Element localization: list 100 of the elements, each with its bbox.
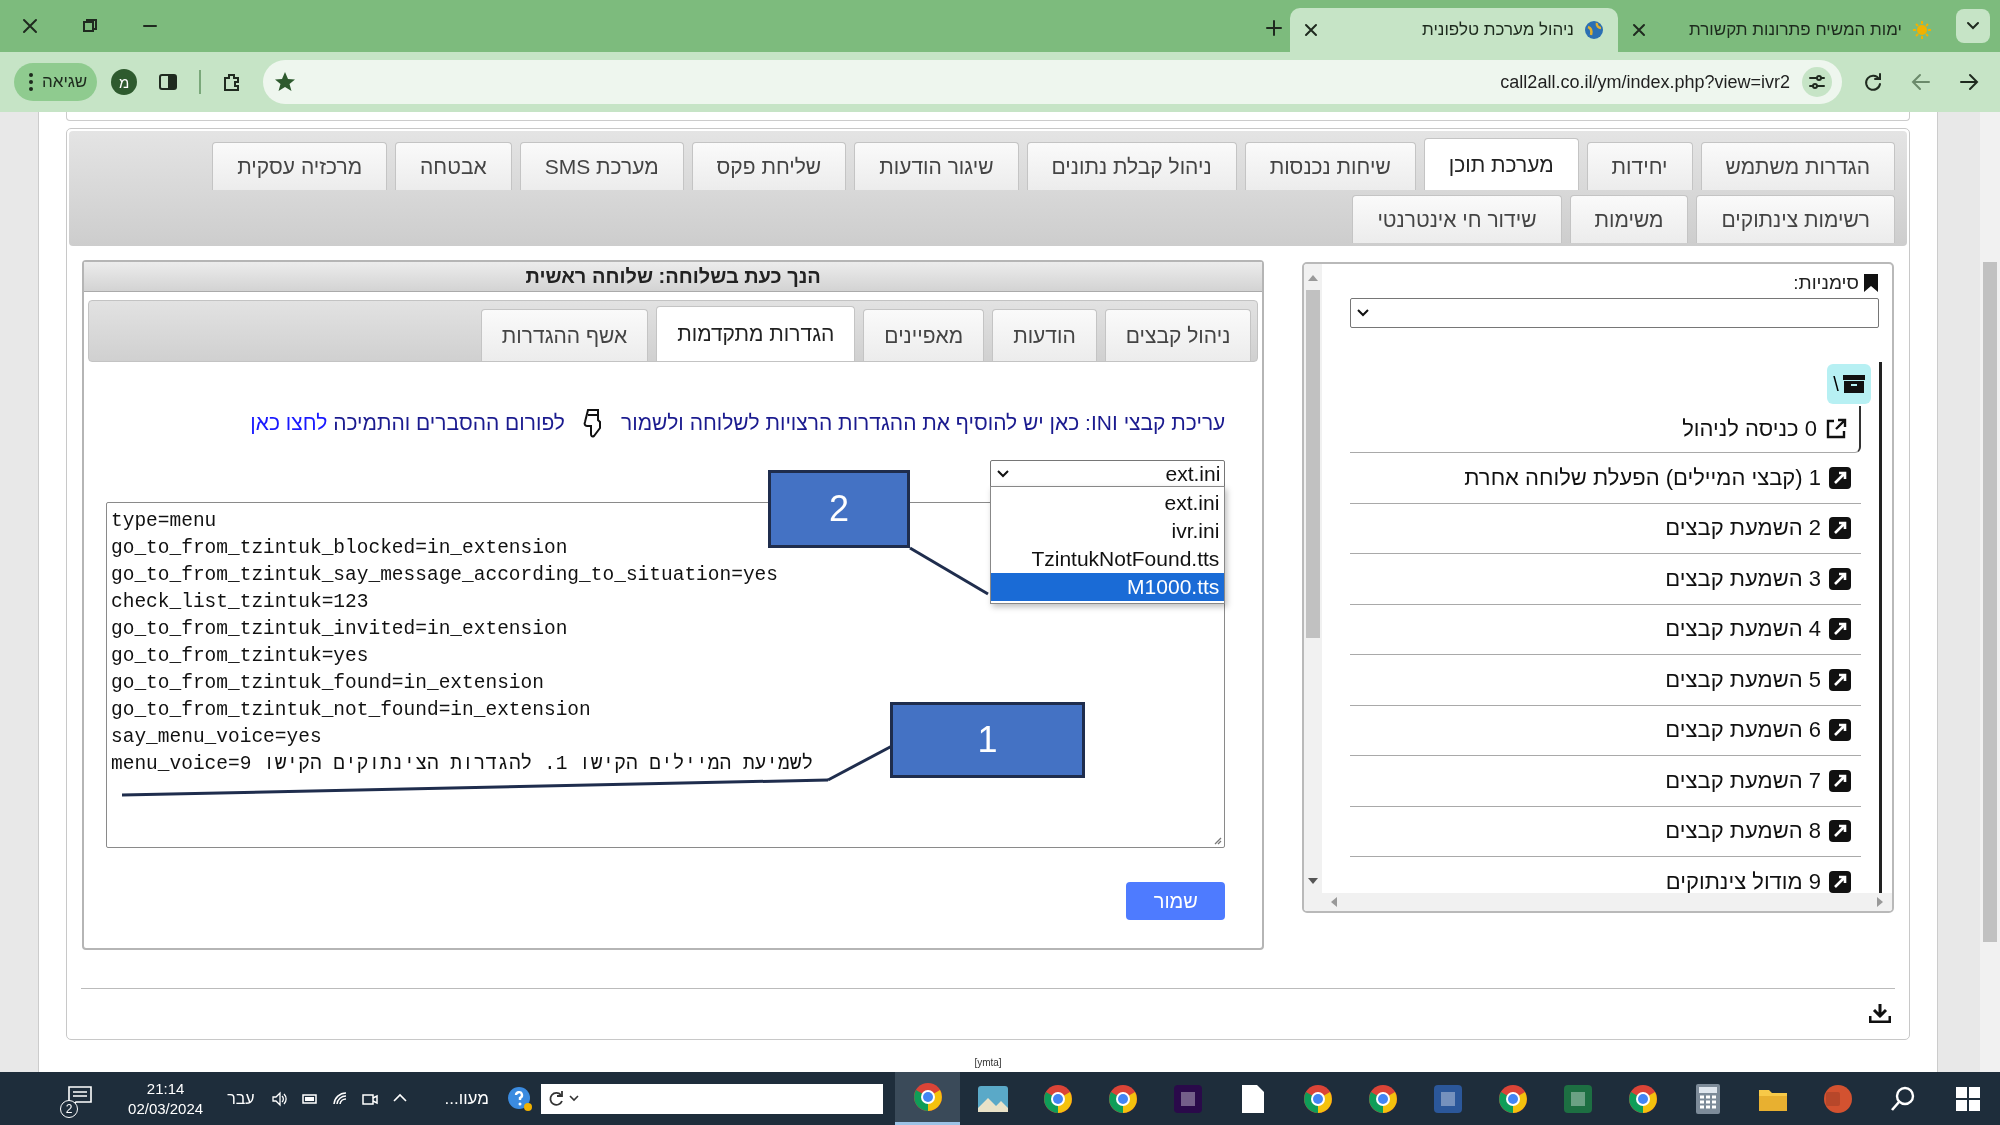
menu-tab[interactable]: אבטחה (395, 142, 512, 190)
tree-item[interactable]: 0 כניסה לניהול (1350, 406, 1861, 453)
app-tile-icon[interactable] (1562, 1083, 1593, 1114)
panel-tab[interactable]: מאפיינים (863, 309, 985, 361)
sidebar-icon[interactable] (157, 71, 180, 93)
round-logo-icon[interactable] (1302, 1083, 1333, 1114)
round-logo-icon[interactable] (1497, 1083, 1528, 1114)
menu-tab[interactable]: הגדרות משתמש (1700, 142, 1895, 190)
language-indicator[interactable]: עבר (227, 1089, 255, 1108)
taskbar-search-field[interactable] (541, 1083, 883, 1114)
tree-item[interactable]: 8 השמעת קבצים (1350, 806, 1861, 857)
round-logo-icon[interactable] (1107, 1083, 1138, 1114)
code-line: check_list_tzintuk=123 (111, 590, 369, 615)
round-logo-icon[interactable] (912, 1082, 943, 1112)
shortcut-icon (1829, 769, 1851, 792)
forum-text: לפורום ההסברים והתמיכה לחצו כאן (250, 411, 565, 435)
callout-label: 2 (768, 470, 910, 548)
close-icon[interactable] (1304, 23, 1318, 37)
forward-icon[interactable] (1910, 71, 1932, 93)
browser-tab[interactable]: ימות המשיח פתרונות תקשורת (1618, 8, 1946, 52)
browser-tab[interactable]: ניהול מערכת טלפונית (1290, 8, 1618, 52)
error-button[interactable]: שגיאה (14, 63, 98, 101)
code-line: go_to_from_tzintuk_say_message_according_to_situation=yes (111, 563, 778, 588)
weather-text[interactable]: מעוו... (444, 1088, 489, 1109)
windows-icon[interactable] (1955, 1086, 1980, 1111)
round-logo-icon[interactable] (1627, 1083, 1658, 1114)
menu-tab[interactable]: שידור חי אינטרנטי (1352, 195, 1562, 243)
chevron-down-icon (1966, 21, 1980, 31)
calculator-icon[interactable] (1695, 1083, 1720, 1114)
clock-date[interactable]: 02/03/2024 (128, 1098, 204, 1119)
code-line: go_to_from_tzintuk_not_found=in_extension (111, 698, 591, 723)
search-icon[interactable] (1889, 1085, 1916, 1112)
app-tile-icon[interactable] (1432, 1083, 1463, 1114)
app-tile-icon[interactable] (1172, 1083, 1203, 1114)
restore-icon[interactable] (82, 18, 98, 34)
forum-link[interactable]: לחצו כאן (250, 411, 328, 434)
new-tab-icon[interactable] (1266, 20, 1282, 36)
dropdown-option[interactable]: M1000.tts (991, 573, 1225, 601)
menu-tab[interactable]: שליחת פקס (691, 142, 847, 190)
round-logo-icon[interactable] (1367, 1083, 1398, 1114)
tree-item[interactable]: 1 (קבצי המיילים) הפעלת שלוחה אחרת (1350, 453, 1861, 504)
bookmarks-select[interactable] (1350, 298, 1879, 328)
tree-item[interactable]: 5 השמעת קבצים (1350, 655, 1861, 706)
refresh-icon[interactable] (547, 1089, 565, 1108)
menu-tab[interactable]: שיגור הודעות (854, 142, 1019, 190)
clock-time[interactable]: 21:14 (146, 1078, 185, 1099)
photo-app-icon[interactable] (977, 1085, 1008, 1112)
back-icon[interactable] (1958, 71, 1980, 93)
code-line: type=menu (111, 509, 217, 534)
menu-tab[interactable]: רשימות צינתוקים (1696, 195, 1895, 243)
panel-tab[interactable]: ניהול קבצים (1104, 309, 1252, 361)
menu-tab[interactable]: ניהול קבלת נתונים (1026, 142, 1237, 190)
shortcut-icon (1829, 466, 1851, 489)
code-line: say_menu_voice=yes (111, 725, 322, 750)
reload-icon[interactable] (1862, 71, 1884, 93)
volume-icon[interactable] (271, 1090, 288, 1107)
tree-item[interactable]: 2 השמעת קבצים (1350, 503, 1861, 554)
sun-icon (1912, 20, 1932, 40)
code-line: menu_voice=לשמיעת המיילים הקישו 1. להגדרות הצינתוקים הקישו 9 (111, 751, 814, 777)
tree-item[interactable]: 3 השמעת קבצים (1350, 554, 1861, 605)
menu-tab[interactable]: שיחות נכנסות (1244, 142, 1416, 190)
scroll-down-icon[interactable] (1308, 877, 1319, 885)
help-icon[interactable] (507, 1085, 533, 1112)
shortcut-icon (1829, 668, 1851, 691)
tree-item[interactable]: 6 השמעת קבצים (1350, 705, 1861, 756)
tree-item[interactable]: 4 השמעת קבצים (1350, 604, 1861, 655)
close-icon[interactable] (22, 18, 38, 34)
info-text: עריכת קבצי INI: כאן יש להוסיף את ההגדרות הרצויות לשלוחה ולשמור (621, 411, 1226, 435)
shortcut-icon (1829, 820, 1851, 843)
download-icon[interactable] (1869, 1003, 1891, 1023)
close-icon[interactable] (1632, 23, 1646, 37)
menu-tab[interactable]: משימות (1569, 195, 1689, 243)
menu-tab[interactable]: מערכת תוכן (1423, 138, 1579, 190)
save-button[interactable]: שמור (1126, 882, 1226, 920)
panel-tab[interactable]: הגדרות מתקדמות (656, 306, 856, 361)
tab-list-button[interactable] (1956, 9, 1990, 43)
panel-tab[interactable]: הודעות (992, 309, 1097, 361)
dropdown-option[interactable]: ivr.ini (991, 517, 1225, 545)
bookmark-icon (1863, 273, 1879, 293)
scrollbar[interactable] (1304, 264, 1323, 893)
panel-tab[interactable]: אשף ההגדרות (480, 309, 649, 361)
menu-tab[interactable]: מערכת SMS (519, 142, 684, 190)
callout-label: 1 (890, 702, 1085, 778)
dropdown-option[interactable]: ext.ini (991, 489, 1225, 517)
menu-tab[interactable]: מרכזיה עסקית (212, 142, 388, 190)
address-bar[interactable]: call2all.co.il/ym/index.php?view=ivr2 (263, 60, 1842, 104)
bookmarks-label: סימניות: (1793, 272, 1859, 294)
round-logo-icon[interactable] (1042, 1083, 1073, 1114)
tree-root[interactable]: \ (1827, 364, 1871, 404)
profile-avatar[interactable]: מ (111, 69, 138, 95)
scrollbar[interactable] (1980, 112, 2000, 1072)
dropdown-option[interactable]: TzintukNotFound.tts (991, 545, 1225, 573)
tree-item[interactable]: 7 השמעת קבצים (1350, 756, 1861, 807)
shortcut-icon (1829, 719, 1851, 742)
wifi-icon[interactable] (331, 1090, 348, 1107)
document-icon[interactable] (1241, 1084, 1264, 1113)
tune-icon[interactable] (1802, 67, 1832, 97)
menu-tab[interactable]: יחידות (1586, 142, 1693, 190)
app-tile-icon[interactable] (1822, 1083, 1853, 1114)
resize-grip-icon[interactable] (1212, 835, 1223, 845)
